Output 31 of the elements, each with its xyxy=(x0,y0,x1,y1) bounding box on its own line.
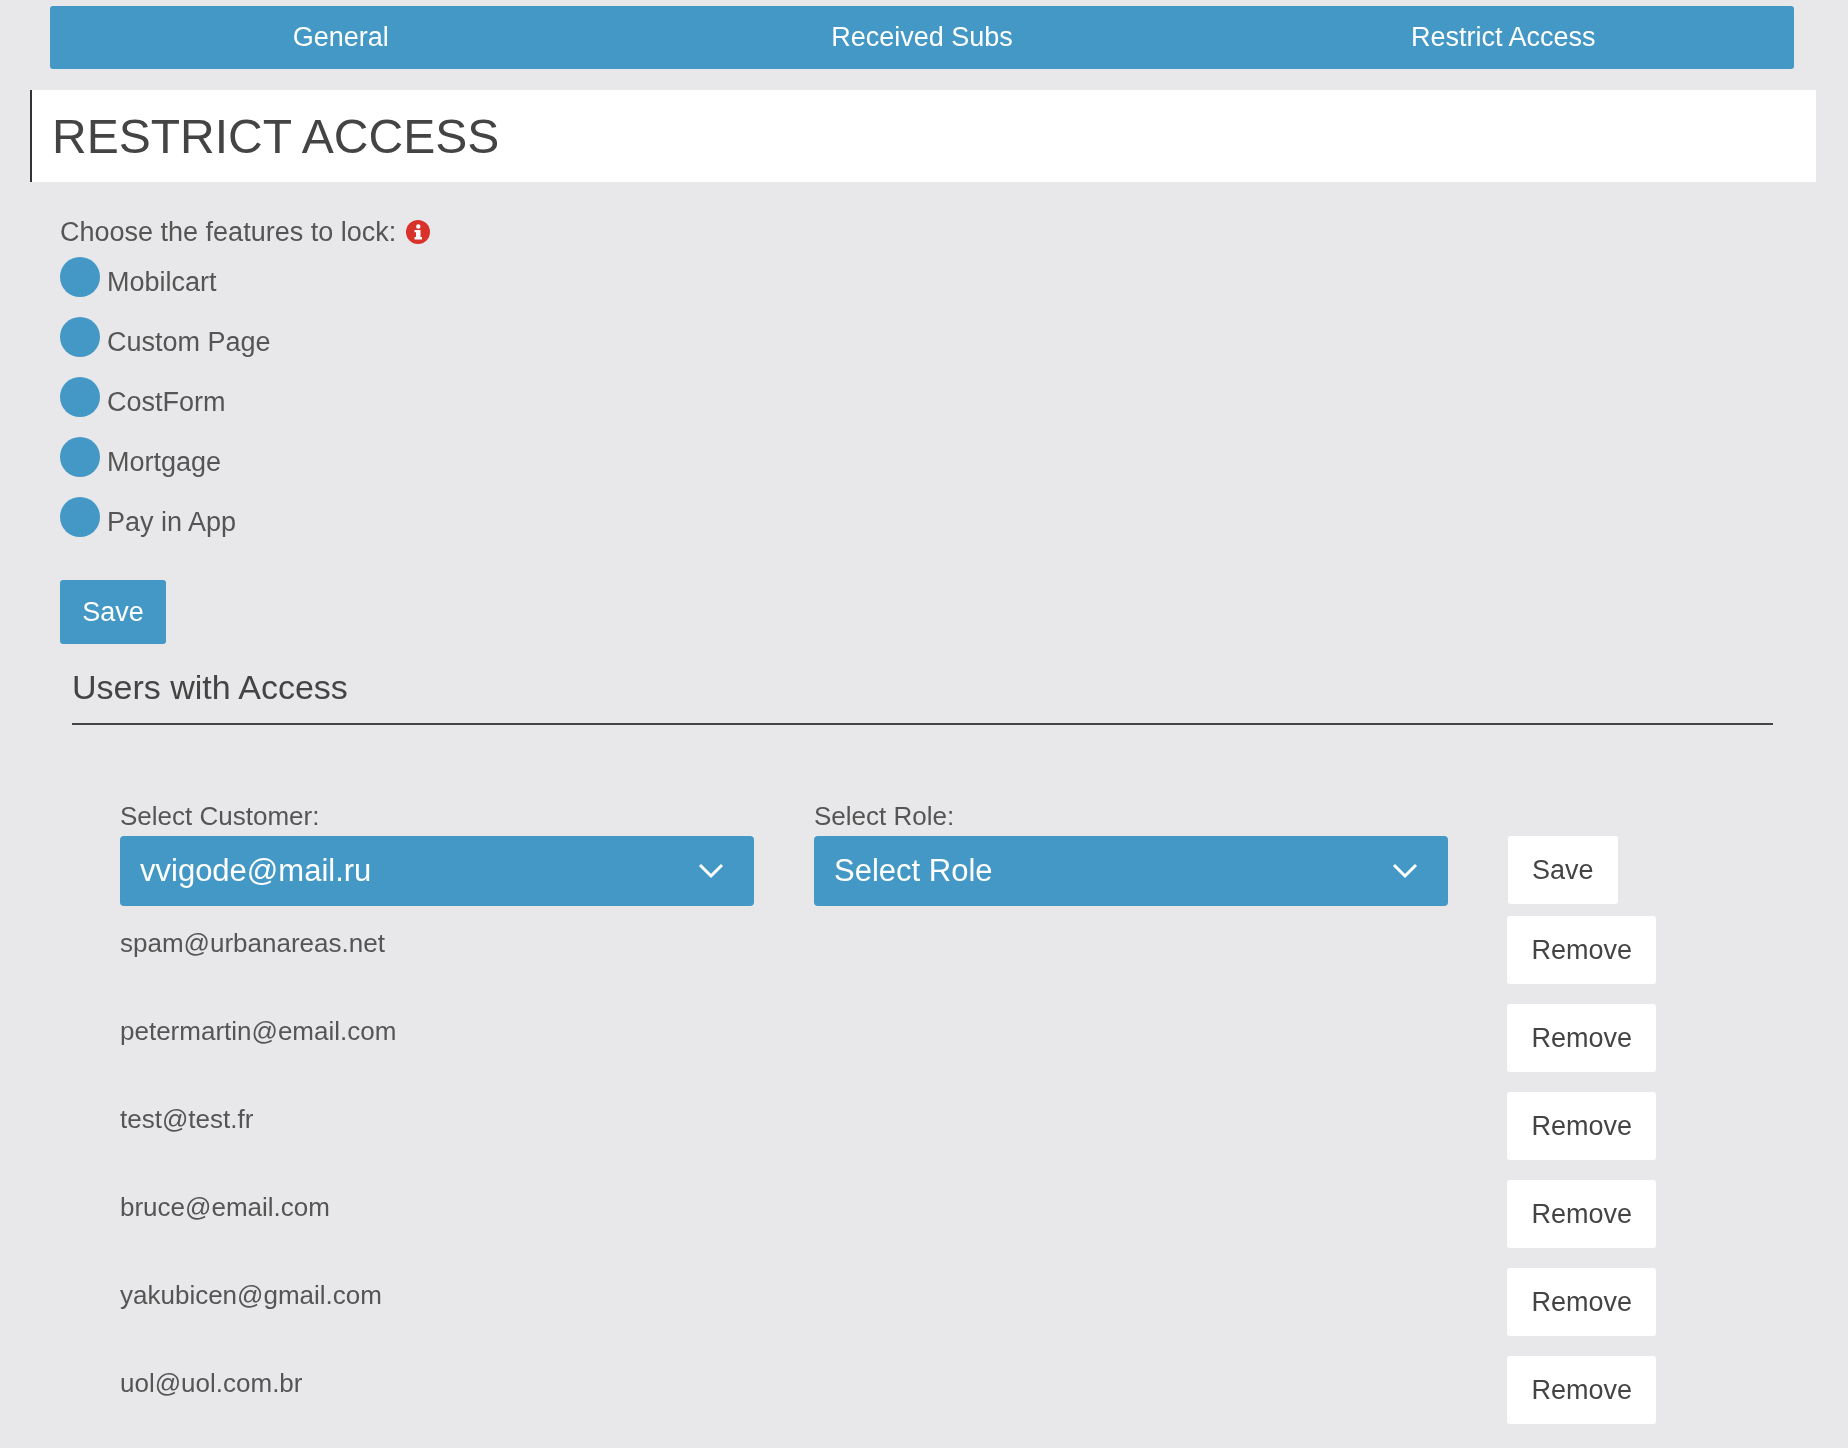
chevron-down-icon xyxy=(698,863,724,879)
user-email: test@test.fr xyxy=(120,1103,254,1135)
checkbox[interactable] xyxy=(60,317,100,357)
checkbox[interactable] xyxy=(60,257,100,297)
checkbox[interactable] xyxy=(60,437,100,477)
field-label: Select Customer: xyxy=(120,801,321,832)
remove-button[interactable]: Remove xyxy=(1507,1092,1656,1160)
chevron-down-icon xyxy=(1392,863,1418,879)
user-email: spam@urbanareas.net xyxy=(120,927,385,959)
user-email: bruce@email.com xyxy=(120,1191,330,1223)
remove-button[interactable]: Remove xyxy=(1507,1180,1656,1248)
info-icon xyxy=(406,220,431,244)
remove-button[interactable]: Remove xyxy=(1507,916,1656,984)
remove-button[interactable]: Remove xyxy=(1507,1004,1656,1072)
checkbox-label: Pay in App xyxy=(107,506,237,538)
checkbox-label: CostForm xyxy=(107,386,226,418)
remove-button[interactable]: Remove xyxy=(1507,1356,1656,1424)
checkbox-label: Custom Page xyxy=(107,326,271,358)
user-email: yakubicen@gmail.com xyxy=(120,1279,382,1311)
prompt-text: Choose the features to lock: xyxy=(60,216,397,248)
page-title: RESTRICT ACCESS xyxy=(30,90,1816,182)
checkbox[interactable] xyxy=(60,497,100,537)
user-email: uol@uol.com.br xyxy=(120,1367,303,1399)
checkbox-label: Mortgage xyxy=(107,446,222,478)
field-label: Select Role: xyxy=(814,801,956,832)
save-button[interactable]: Save xyxy=(1508,836,1618,904)
checkbox-label: Mobilcart xyxy=(107,266,217,298)
section-heading: Users with Access xyxy=(72,668,1773,725)
remove-button[interactable]: Remove xyxy=(1507,1268,1656,1336)
user-email: petermartin@email.com xyxy=(120,1015,397,1047)
checkbox[interactable] xyxy=(60,377,100,417)
